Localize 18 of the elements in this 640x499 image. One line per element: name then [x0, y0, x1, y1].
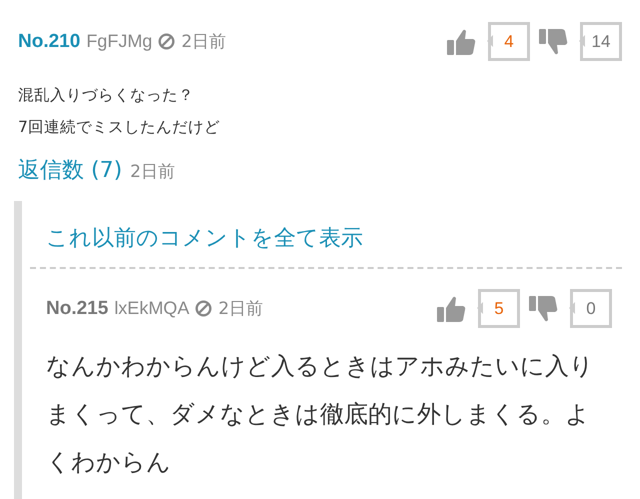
reply-text: なんかわからんけど入るときはアホみたいに入りまくって、ダメなときは徹底的に外しまくる。よくわからん	[46, 351, 595, 478]
thumbs-down-icon[interactable]	[538, 28, 568, 56]
reply-count-link[interactable]: 返信数 (7)	[18, 155, 122, 185]
comment-text: 7回連続でミスしたんだけど	[18, 117, 221, 138]
comment-number: No.210	[18, 30, 80, 52]
timestamp: 2日前	[181, 31, 226, 53]
prohibited-icon	[195, 300, 212, 317]
user-id: FgFJMg	[86, 31, 152, 52]
user-id: lxEkMQA	[114, 298, 190, 319]
comment-text: 混乱入りづらくなった？	[18, 85, 195, 106]
show-all-comments-link[interactable]: これ以前のコメントを全て表示	[46, 223, 363, 253]
comment-number: No.215	[46, 298, 108, 320]
timestamp: 2日前	[218, 298, 264, 320]
thumbs-down-icon[interactable]	[528, 294, 558, 322]
prohibited-icon	[158, 33, 176, 50]
thumbs-up-icon[interactable]	[436, 294, 466, 322]
timestamp: 2日前	[130, 161, 175, 183]
thumbs-up-icon[interactable]	[446, 28, 476, 56]
